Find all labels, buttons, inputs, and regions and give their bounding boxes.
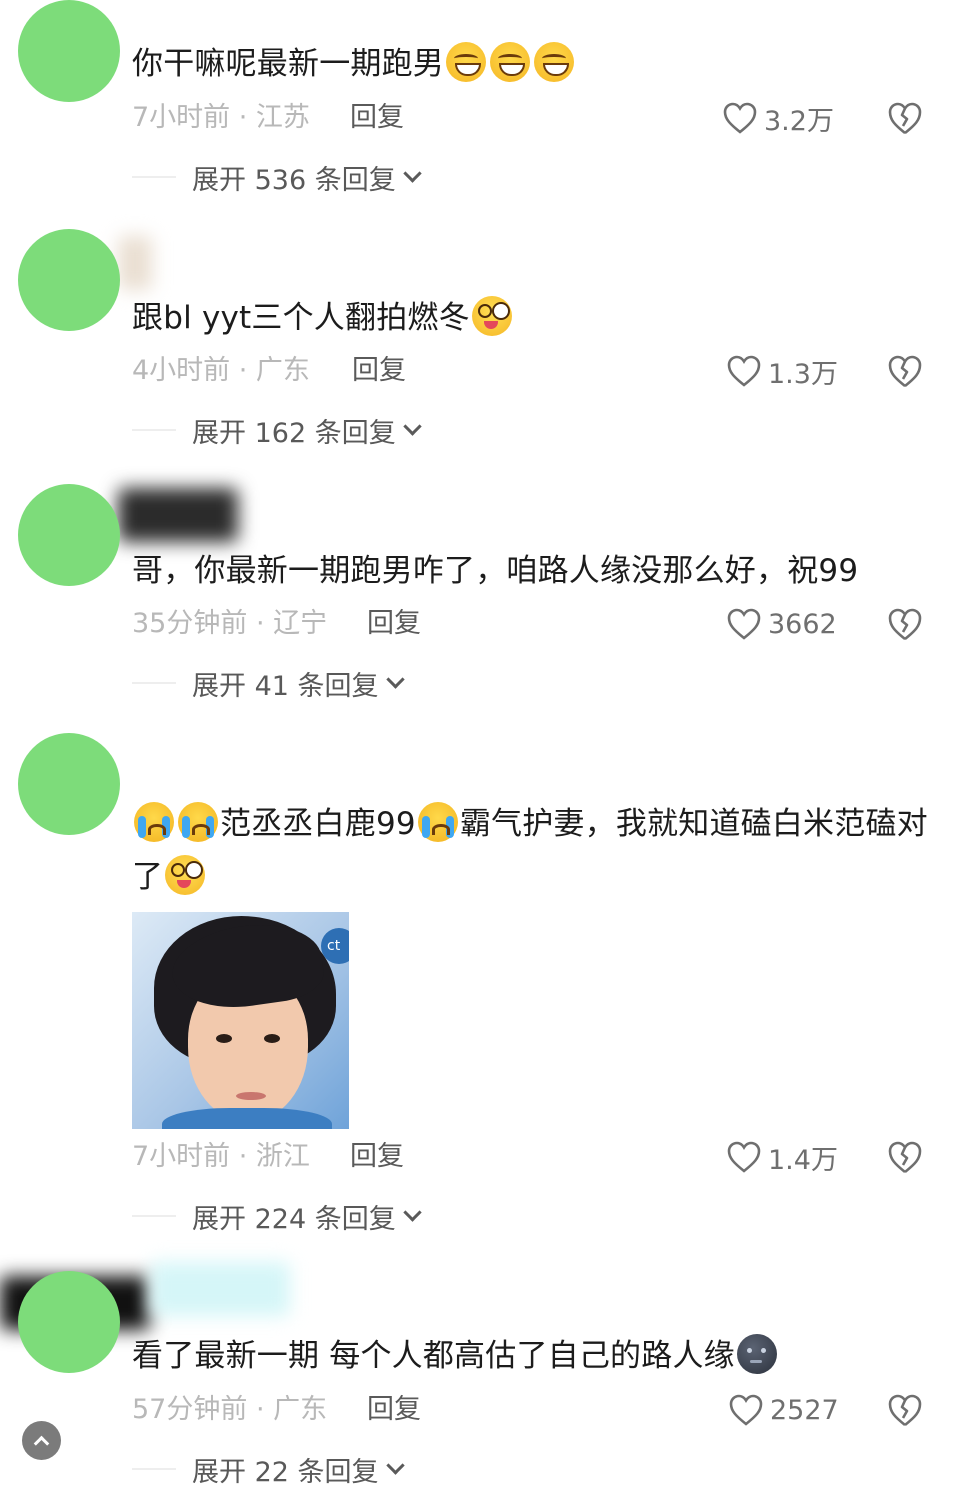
avatar[interactable] (18, 229, 120, 331)
time-location: 35分钟前 · 辽宁 (132, 608, 328, 639)
divider (132, 429, 176, 431)
expand-label: 展开 41 条回复 (192, 670, 379, 702)
comment-text: 哥，你最新一期跑男咋了，咱路人缘没那么好，祝99 (132, 553, 859, 589)
reply-button[interactable]: 回复 (350, 1137, 404, 1177)
expand-replies[interactable]: 展开 41 条回复 (132, 663, 405, 703)
moon-emoji-icon (736, 1334, 777, 1374)
heart-outline-icon (727, 608, 761, 640)
reply-button[interactable]: 回复 (350, 98, 404, 138)
chevron-down-icon (403, 163, 422, 183)
photo-shirt (162, 1108, 332, 1129)
expand-replies[interactable]: 展开 224 条回复 (132, 1196, 422, 1236)
avatar[interactable] (18, 484, 120, 586)
time-location: 57分钟前 · 广东 (132, 1394, 328, 1425)
like-count: 2527 (770, 1394, 839, 1426)
expand-replies[interactable]: 展开 22 条回复 (132, 1449, 405, 1489)
expand-replies[interactable]: 展开 162 条回复 (132, 410, 422, 450)
broken-heart-icon[interactable] (886, 99, 924, 137)
grin-emoji-icon (534, 42, 574, 82)
like-button[interactable]: 1.3万 (726, 351, 838, 391)
comment-text: 你干嘛呢最新一期跑男 (132, 38, 930, 91)
scroll-to-top-button[interactable] (22, 1421, 61, 1460)
broken-heart-icon[interactable] (886, 1138, 924, 1176)
photo-mouth (236, 1092, 266, 1100)
expand-label: 展开 224 条回复 (192, 1203, 396, 1235)
time-location: 4小时前 · 广东 (132, 355, 310, 386)
reply-button[interactable]: 回复 (367, 1390, 421, 1430)
username-redacted (118, 236, 152, 290)
comment-text: 跟bl yyt三个人翻拍燃冬 (132, 292, 930, 345)
expand-label: 展开 536 条回复 (192, 164, 396, 196)
photo-eye (264, 1034, 280, 1043)
expand-label: 展开 162 条回复 (192, 417, 396, 449)
divider (132, 1468, 176, 1470)
cry-emoji-icon (178, 802, 218, 842)
chevron-down-icon (385, 1455, 405, 1475)
time-location: 7小时前 · 浙江 (132, 1141, 310, 1172)
like-button[interactable]: 3662 (726, 604, 837, 644)
like-button[interactable]: 3.2万 (722, 98, 834, 138)
heart-outline-icon (723, 102, 757, 134)
avatar[interactable] (18, 0, 120, 102)
like-count: 3.2万 (764, 105, 834, 137)
heart-outline-icon (727, 1141, 761, 1173)
username-redacted (118, 488, 238, 542)
like-count: 1.3万 (768, 358, 838, 390)
photo-logo: ct (321, 928, 349, 964)
chevron-down-icon (403, 1202, 422, 1222)
reply-button[interactable]: 回复 (352, 351, 406, 391)
cry-emoji-icon (417, 802, 458, 842)
broken-heart-icon[interactable] (886, 1391, 924, 1429)
grin-emoji-icon (446, 42, 486, 82)
like-count: 1.4万 (768, 1144, 838, 1176)
time-location: 7小时前 · 江苏 (132, 102, 310, 133)
reaction-photo[interactable]: ct (132, 912, 349, 1129)
heart-outline-icon (727, 355, 761, 387)
comment-text: 范丞丞白鹿99 霸气护妻，我就知道磕白米范磕对了 (132, 798, 930, 904)
dizzy-emoji-icon (165, 855, 206, 895)
avatar[interactable] (18, 1271, 120, 1373)
username-redacted (150, 1262, 290, 1316)
heart-outline-icon (729, 1394, 763, 1426)
chevron-down-icon (403, 416, 422, 436)
divider (132, 176, 176, 178)
expand-replies[interactable]: 展开 536 条回复 (132, 157, 422, 197)
like-button[interactable]: 1.4万 (726, 1137, 838, 1177)
broken-heart-icon[interactable] (886, 605, 924, 643)
divider (132, 1215, 176, 1217)
photo-eye (216, 1034, 232, 1043)
divider (132, 682, 176, 684)
avatar[interactable] (18, 733, 120, 835)
reply-button[interactable]: 回复 (367, 604, 421, 644)
like-button[interactable]: 2527 (728, 1390, 839, 1430)
dizzy-emoji-icon (471, 296, 512, 336)
chevron-down-icon (385, 669, 405, 689)
broken-heart-icon[interactable] (886, 352, 924, 390)
expand-label: 展开 22 条回复 (192, 1456, 379, 1488)
comment-text: 看了最新一期 每个人都高估了自己的路人缘 (132, 1330, 930, 1383)
cry-emoji-icon (134, 802, 174, 842)
grin-emoji-icon (490, 42, 530, 82)
like-count: 3662 (768, 608, 837, 640)
